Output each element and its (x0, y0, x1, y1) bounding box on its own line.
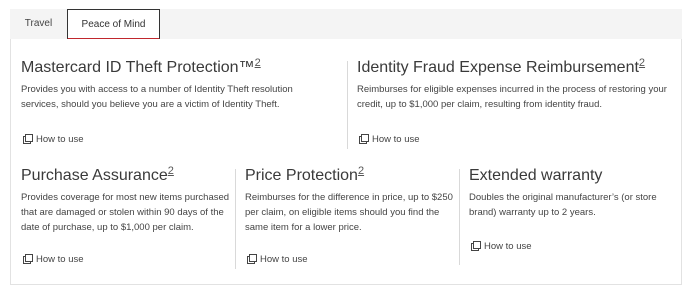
how-to-use-link[interactable]: How to use (23, 134, 84, 146)
feature-price-protection: Price Protection2 Reimburses for the dif… (245, 165, 455, 235)
feature-description: Doubles the original manufacturer’s (or … (469, 192, 657, 218)
how-to-use-link[interactable]: How to use (23, 254, 84, 266)
footnote-link[interactable]: 2 (639, 57, 645, 69)
feature-description: Reimburses for eligible expenses incurre… (357, 84, 667, 110)
copy-icon (359, 134, 369, 144)
copy-icon (23, 254, 33, 264)
tab-bar: Travel Peace of Mind (10, 9, 682, 40)
how-to-use-link[interactable]: How to use (471, 241, 532, 253)
divider (347, 61, 348, 149)
how-to-use-link[interactable]: How to use (247, 254, 308, 266)
copy-icon (471, 241, 481, 251)
feature-description: Provides you with access to a number of … (21, 84, 293, 110)
benefits-panel: Mastercard ID Theft Protection™2 Provide… (10, 39, 682, 285)
feature-id-theft-protection: Mastercard ID Theft Protection™2 Provide… (21, 57, 331, 112)
feature-title: Purchase Assurance2 (21, 165, 174, 185)
feature-description: Reimburses for the difference in price, … (245, 192, 453, 233)
feature-identity-fraud-reimbursement: Identity Fraud Expense Reimbursement2 Re… (357, 57, 669, 112)
tab-peace-of-mind[interactable]: Peace of Mind (67, 9, 160, 40)
footnote-link[interactable]: 2 (358, 165, 364, 177)
how-to-use-link[interactable]: How to use (359, 134, 420, 146)
feature-description: Provides coverage for most new items pur… (21, 192, 230, 233)
feature-extended-warranty: Extended warranty Doubles the original m… (469, 167, 674, 220)
how-to-use-label: How to use (484, 241, 532, 252)
copy-icon (247, 254, 257, 264)
feature-title: Identity Fraud Expense Reimbursement2 (357, 57, 646, 77)
feature-title: Price Protection2 (245, 165, 365, 185)
feature-purchase-assurance: Purchase Assurance2 Provides coverage fo… (21, 165, 231, 235)
divider (459, 169, 460, 265)
footnote-link[interactable]: 2 (168, 165, 174, 177)
how-to-use-label: How to use (260, 254, 308, 265)
how-to-use-label: How to use (36, 134, 84, 145)
how-to-use-label: How to use (372, 134, 420, 145)
tab-travel[interactable]: Travel (10, 9, 67, 39)
copy-icon (23, 134, 33, 144)
feature-title: Mastercard ID Theft Protection™2 (21, 57, 261, 77)
feature-title: Extended warranty (469, 167, 603, 184)
footnote-link[interactable]: 2 (255, 57, 261, 69)
how-to-use-label: How to use (36, 254, 84, 265)
divider (235, 169, 236, 269)
